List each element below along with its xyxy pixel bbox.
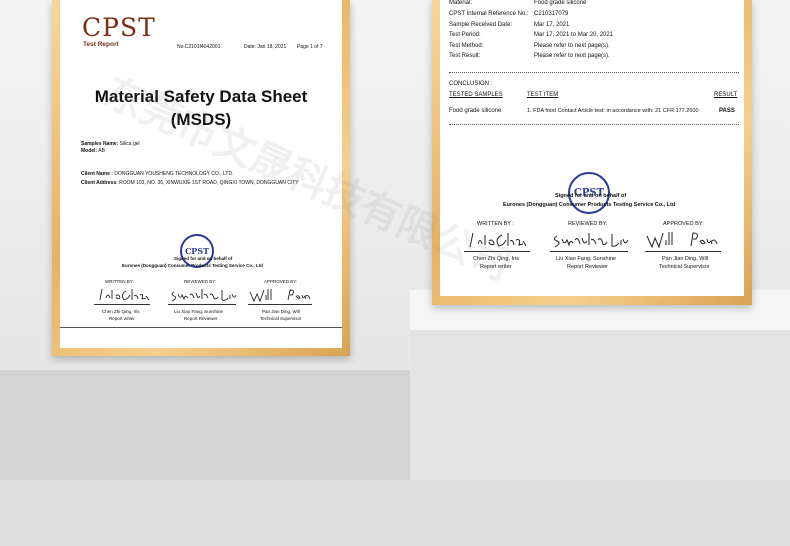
signed-company-text: Eurones (Dongguan) Consumer Products Tes… — [503, 202, 676, 208]
row-test-item: 1. FDA food Contact Article test: in acc… — [527, 108, 699, 114]
approver-signature-line — [248, 304, 312, 305]
field-label: Test Result: — [449, 53, 481, 59]
writer-signature — [96, 286, 152, 309]
approver-signature-line — [645, 251, 721, 252]
field-value: Food grade silicone — [534, 0, 587, 6]
approver-signature — [248, 286, 318, 309]
sample-name-label: Samples Name: — [81, 141, 119, 147]
background-floor — [0, 480, 790, 546]
row-result: PASS — [719, 108, 735, 114]
report-number: No.C2101f4042001 — [177, 44, 221, 50]
bottom-rule — [60, 327, 342, 328]
field-label: Test Method: — [449, 43, 484, 49]
field-value: C210317079 — [534, 11, 569, 17]
col-test-item: TEST ITEM — [527, 92, 559, 98]
field-label: Sample Received Date: — [449, 22, 513, 28]
approved-by-title: APPROVED BY: — [264, 279, 298, 284]
model-row: Model: AB — [81, 148, 105, 154]
writer-name: Chen Zhi Qing, Iris — [102, 309, 140, 314]
client-name-value: DONGGUAN YOUSHENG TECHNOLOGY CO., LTD. — [114, 171, 234, 177]
model-value: AB — [98, 148, 105, 154]
reviewer-signature — [168, 286, 238, 309]
writer-signature-line — [464, 251, 530, 252]
cpst-logo: CPST — [82, 13, 156, 42]
client-address-row: Client Address: ROOM 103, NO. 36, XINWUX… — [81, 180, 299, 186]
page-number: Page 1 of 7 — [297, 44, 323, 50]
writer-name: Chen Zhi Qing, Iris — [473, 256, 519, 262]
client-address-label: Client Address: — [81, 180, 118, 186]
col-tested-samples: TESTED SAMPLES — [449, 92, 503, 98]
document-subtitle: (MSDS) — [170, 110, 232, 129]
writer-signature-line — [94, 304, 150, 305]
left-certificate-paper: CPST Test Report No.C2101f4042001 Date: … — [60, 0, 342, 348]
field-label: Material: — [449, 0, 473, 6]
right-certificate-paper: Material: Food grade silicone CPST Inter… — [440, 0, 744, 296]
writer-position: Report writer — [480, 264, 512, 270]
dotted-divider — [449, 72, 739, 73]
reviewer-signature-line — [168, 304, 236, 305]
conclusion-label: CONCLUSION : — [449, 81, 493, 87]
field-value: Please refer to next page(s). — [534, 53, 610, 59]
col-result: RESULT — [714, 92, 738, 98]
sample-name-value: Silica gel — [119, 141, 140, 147]
client-name-label: Client Name : — [81, 171, 113, 177]
report-label: Test Report — [83, 41, 119, 48]
document-title: Material Safety Data Sheet — [94, 87, 308, 106]
background-block-lower — [410, 330, 790, 485]
signed-for-text: Signed for and on behalf of — [174, 256, 233, 261]
dotted-divider-2 — [449, 124, 739, 125]
client-name-row: Client Name : DONGGUAN YOUSHENG TECHNOLO… — [81, 171, 233, 177]
written-by-title: WRITTEN BY : — [477, 221, 514, 227]
seal-text: CPST — [184, 246, 210, 256]
writer-position: Report writer — [109, 316, 135, 321]
reviewer-position: Report Reviewer — [184, 316, 218, 321]
row-sample: Food grade silicone — [449, 108, 502, 114]
reviewed-by-title: REVIEWED BY: — [568, 221, 608, 227]
field-value: Mar 17, 2021 — [534, 22, 570, 28]
approver-name: Pan Jian Ding, Will — [662, 256, 709, 262]
written-by-title: WRITTEN BY: — [105, 279, 134, 284]
reviewer-name: Liu Xiao Fang, Sunshine — [174, 309, 224, 314]
field-label: CPST Internal Reference No.: — [449, 11, 529, 17]
field-label: Test Period: — [449, 32, 481, 38]
approver-position: Technical Supervisor — [260, 316, 302, 321]
approver-name: Pan Jian Ding, Will — [262, 309, 300, 314]
sample-name-row: Samples Name: Silica gel — [81, 141, 140, 147]
approved-by-title: APPROVED BY: — [663, 221, 704, 227]
approver-position: Technical Supervisor — [659, 264, 710, 270]
reviewer-position: Report Reviewer — [567, 264, 608, 270]
report-date: Date: Jan 18, 2021 — [244, 44, 287, 50]
signed-company-text: Eurones (Dongguan) Consumer Products Tes… — [122, 263, 263, 268]
client-address-value: ROOM 103, NO. 36, XINWUXIE 1ST ROAD, QIN… — [119, 180, 299, 186]
reviewer-name: Liu Xiao Fang, Sunshine — [556, 256, 616, 262]
field-value: Mar 17, 2021 to Mar 20, 2021 — [534, 32, 614, 38]
signed-for-text: Signed for and on behalf of — [555, 193, 627, 199]
model-label: Model: — [81, 148, 98, 154]
field-value: Please refer to next page(s). — [534, 43, 610, 49]
reviewed-by-title: REVIEWED BY: — [184, 279, 217, 284]
reviewer-signature-line — [550, 251, 628, 252]
